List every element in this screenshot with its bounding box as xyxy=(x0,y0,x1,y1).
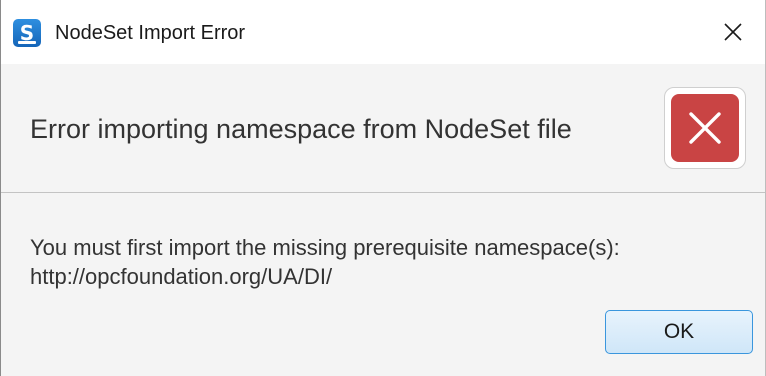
error-icon xyxy=(671,94,739,162)
window-title: NodeSet Import Error xyxy=(55,22,246,44)
body-message-line: You must first import the missing prereq… xyxy=(30,235,620,260)
header-message: Error importing namespace from NodeSet f… xyxy=(30,114,572,144)
close-icon xyxy=(724,23,742,41)
namespace-url: http://opcfoundation.org/UA/DI/ xyxy=(30,264,333,289)
ok-button[interactable]: OK xyxy=(605,310,753,354)
title-bar: S NodeSet Import Error xyxy=(1,0,765,64)
error-dialog: S NodeSet Import Error Error importing n… xyxy=(0,0,766,376)
header-divider xyxy=(1,192,765,193)
close-button[interactable] xyxy=(701,0,765,64)
dialog-header: Error importing namespace from NodeSet f… xyxy=(1,64,765,192)
error-icon-frame xyxy=(664,87,746,169)
app-icon: S xyxy=(13,19,41,47)
dialog-body: You must first import the missing prereq… xyxy=(30,233,620,291)
